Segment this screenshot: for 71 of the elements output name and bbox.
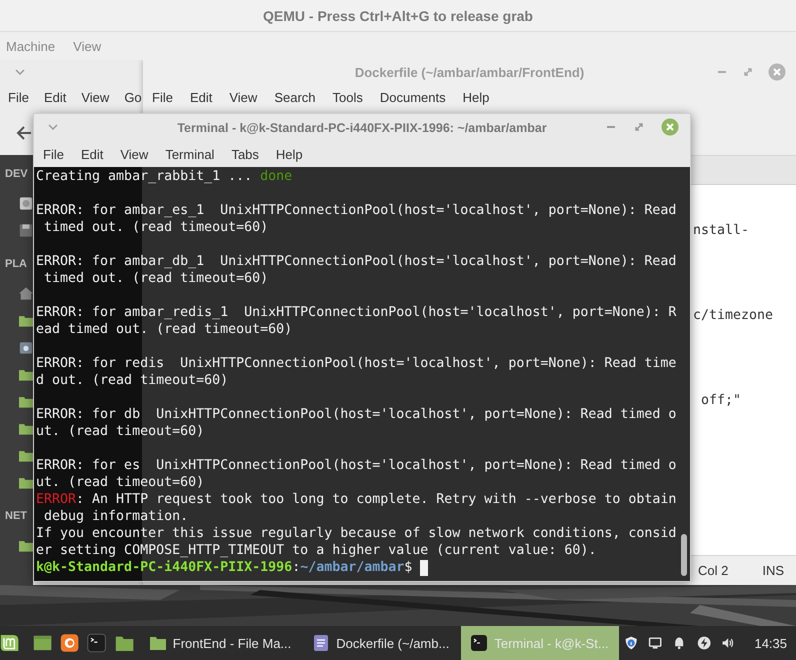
menu-item[interactable]: View (81, 90, 110, 104)
menu-item[interactable]: View (120, 146, 148, 162)
sidebar-heading: DEV (5, 167, 28, 182)
menu-item[interactable]: File (8, 90, 29, 104)
terminal-line: d out. (read timeout=60) (36, 372, 228, 389)
menu-item[interactable]: Edit (44, 90, 66, 104)
terminal-line: ERROR: An HTTP request took too long to complete. Retry with --verbose to obtain (36, 491, 676, 508)
taskbar-window-button[interactable]: FrontEnd - File Ma... (140, 626, 302, 660)
power-icon[interactable] (696, 634, 712, 652)
window-title: QEMU - Press Ctrl+Alt+G to release grab (263, 8, 533, 24)
menu-item[interactable]: Terminal (165, 146, 214, 162)
document-icon (313, 635, 330, 651)
folder-icon[interactable] (19, 476, 33, 489)
folder-icon[interactable] (19, 314, 33, 327)
terminal-line: ead timed out. (read timeout=60) (36, 321, 292, 338)
terminal-line: Creating ambar_rabbit_1 ... done (36, 168, 292, 185)
menu-item[interactable]: View (229, 90, 258, 104)
terminal-line: ut. (read timeout=60) (36, 423, 204, 440)
code-line: off;" (700, 393, 742, 408)
sidebar-heading: NET (5, 509, 27, 524)
browser-icon[interactable] (60, 631, 80, 655)
menu-item[interactable]: Tools (332, 90, 363, 104)
terminal-line: If you encounter this issue regularly because of slow network conditions, consid (36, 525, 676, 542)
home-icon[interactable] (19, 287, 33, 300)
taskbar-window-button[interactable]: Dockerfile (~/amb... (303, 626, 460, 660)
terminal-line: ut. (read timeout=60) (36, 474, 204, 491)
menu-item[interactable]: Go (124, 90, 142, 104)
trash-icon[interactable] (19, 341, 33, 354)
menu-item[interactable]: Documents (380, 90, 446, 104)
menu-item[interactable]: Edit (80, 146, 104, 162)
code-line: c/timezone (693, 308, 774, 323)
terminal-line: ERROR: for ambar_db_1 UnixHTTPConnectionPool(host='localhost', port=None): Read (36, 253, 676, 270)
status-text: INS (762, 563, 784, 578)
code-line: nstall- (693, 223, 750, 238)
terminal-line: timed out. (read timeout=60) (43, 270, 268, 287)
menu-item[interactable]: Search (274, 90, 316, 104)
terminal-line: ERROR: for redis UnixHTTPConnectionPool(host='localhost', port=None): Read time (36, 355, 676, 372)
terminal-icon[interactable] (87, 631, 107, 655)
terminal-line: ERROR: for ambar_es_1 UnixHTTPConnectionPool(host='localhost', port=None): Read (36, 202, 676, 219)
terminal-line: ERROR: for ambar_redis_1 UnixHTTPConnectionPool(host='localhost', port=None): R (36, 304, 676, 321)
window-title: Dockerfile (~/ambar/ambar/FrontEnd) (354, 64, 584, 80)
menu-item[interactable]: File (152, 90, 173, 104)
folder-icon[interactable] (19, 395, 33, 408)
terminal-icon (471, 635, 488, 651)
menu-item[interactable]: Edit (190, 90, 212, 104)
floppy-icon[interactable] (19, 224, 33, 237)
sidebar-heading: PLA (5, 257, 27, 272)
back-arrow-icon[interactable] (16, 126, 32, 140)
folder-icon[interactable] (19, 422, 33, 435)
menu-item[interactable]: Tabs (231, 146, 259, 162)
text-cursor (420, 560, 428, 576)
drive-icon[interactable] (19, 197, 33, 210)
status-text: Col 2 (698, 563, 728, 578)
folder-icon[interactable] (19, 368, 33, 381)
folder-icon (150, 635, 166, 651)
terminal-line: timed out. (read timeout=60) (43, 219, 268, 236)
window-title: Terminal - k@k-Standard-PC-i440FX-PIIX-1996: ~/ambar/ambar (177, 120, 547, 134)
text-area[interactable]: nstall- c/timezone off;" (691, 185, 796, 555)
shield-icon[interactable] (624, 634, 638, 652)
folder-icon[interactable] (19, 449, 33, 462)
terminal-line: ERROR: for es UnixHTTPConnectionPool(host='localhost', port=None): Read timed o (36, 457, 676, 474)
folder-icon[interactable] (19, 539, 33, 552)
menu-item[interactable]: Help (462, 90, 490, 104)
clock[interactable]: 14:35 (754, 636, 788, 650)
menu-item[interactable]: File (43, 146, 64, 162)
terminal-line: er setting COMPOSE_HTTP_TIMEOUT to a higher value (current value: 60). (36, 542, 596, 559)
terminal-line: debug information. (43, 508, 188, 525)
scrollbar[interactable] (681, 534, 687, 576)
terminal-line: ERROR: for db UnixHTTPConnectionPool(host='localhost', port=None): Read timed o (36, 406, 676, 423)
menu-item[interactable]: Help (276, 146, 303, 162)
terminal-line: k@k-Standard-PC-i440FX-PIIX-1996:~/ambar/ambar$ (36, 559, 414, 576)
